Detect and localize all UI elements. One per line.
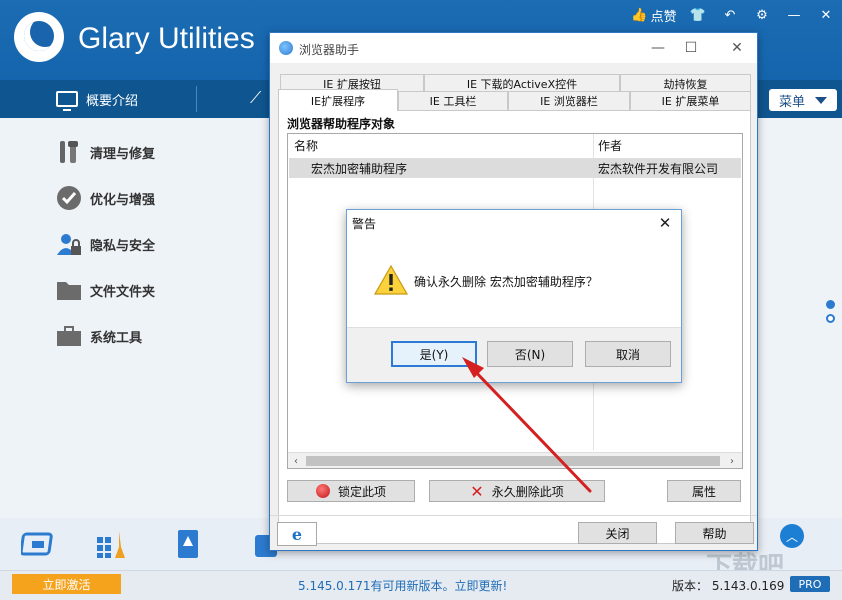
version-label: 版本： 5.143.0.169: [672, 579, 785, 593]
page-dot-active[interactable]: [826, 300, 835, 309]
sidebar-item-privacy[interactable]: 隐私与安全: [56, 229, 155, 259]
like-button[interactable]: 👍 点赞: [626, 0, 682, 30]
delete-permanently-label: 永久删除此项: [491, 484, 564, 499]
chevron-down-icon: [815, 96, 827, 104]
user-lock-icon: [56, 231, 82, 257]
horizontal-scrollbar[interactable]: ‹ ›: [288, 452, 742, 468]
sidebar-item-optimize[interactable]: 优化与增强: [56, 183, 155, 213]
sidebar-label: 系统工具: [90, 330, 143, 346]
scrollbar-thumb[interactable]: [306, 456, 720, 466]
divider: [270, 515, 757, 516]
lock-item-label: 锁定此项: [337, 484, 386, 499]
magic-wand-icon[interactable]: ⟋: [250, 88, 261, 108]
pro-badge: PRO: [790, 576, 830, 592]
warning-icon: [373, 264, 409, 298]
settings-button[interactable]: ⚙: [746, 0, 778, 30]
minimize-icon: —: [651, 40, 665, 56]
close-icon: ✕: [731, 40, 743, 56]
nav-divider: [196, 86, 197, 112]
check-circle-icon: [56, 185, 82, 211]
nav-overview-label: 概要介绍: [86, 93, 139, 109]
browser-icon: [279, 41, 293, 55]
lock-icon: [315, 484, 330, 498]
shirt-icon: 👕: [689, 7, 707, 23]
minimize-button[interactable]: —: [778, 0, 810, 30]
cell-author: 宏杰软件开发有限公司: [598, 162, 719, 176]
close-icon: ✕: [658, 214, 672, 232]
gear-icon: ⚙: [756, 7, 768, 23]
window-title: 浏览器助手: [299, 43, 360, 57]
sidebar-item-clean-repair[interactable]: 清理与修复: [56, 137, 155, 167]
dialog-message: 确认永久删除 宏杰加密辅助程序？: [414, 275, 598, 289]
title-controls: 👍 点赞 👕 ↶ ⚙ — ✕: [626, 0, 842, 30]
like-label: 点赞: [650, 9, 677, 25]
close-icon: ✕: [820, 7, 832, 23]
scroll-right-icon[interactable]: ›: [724, 453, 740, 469]
dialog-button-area: 是(Y) 否(N) 取消: [347, 327, 681, 382]
maximize-button[interactable]: ☐: [681, 38, 701, 58]
activate-button[interactable]: 立即激活: [12, 574, 121, 594]
maximize-icon: ☐: [684, 40, 698, 56]
scroll-up-button[interactable]: ︿: [780, 524, 804, 548]
properties-button[interactable]: 属性: [667, 480, 741, 502]
dialog-close-button[interactable]: ✕: [655, 213, 675, 233]
undo-button[interactable]: ↶: [714, 0, 746, 30]
nav-overview-tab[interactable]: 概要介绍: [56, 80, 138, 118]
minimize-icon: —: [787, 7, 801, 23]
tab-ie-browser-bars[interactable]: IE 浏览器栏: [508, 91, 630, 111]
minimize-button[interactable]: —: [648, 38, 668, 58]
tab-ie-extensions[interactable]: IE扩展程序: [278, 89, 398, 111]
page-dot[interactable]: [826, 314, 835, 323]
column-header-name[interactable]: 名称: [294, 137, 318, 154]
undo-icon: ↶: [724, 7, 736, 23]
folder-icon: [56, 277, 82, 303]
menu-button[interactable]: 菜单: [769, 89, 837, 111]
confirm-delete-dialog: 警告 ✕ 确认永久删除 宏杰加密辅助程序？ 是(Y) 否(N) 取消: [346, 209, 682, 383]
close-button[interactable]: ✕: [727, 38, 747, 58]
window-titlebar: 浏览器助手 — ☐ ✕: [270, 33, 757, 63]
section-title: 浏览器帮助程序对象: [287, 117, 396, 131]
ie-logo-icon[interactable]: e: [277, 522, 317, 546]
yes-button[interactable]: 是(Y): [391, 341, 477, 367]
registry-cleaner-tool[interactable]: [92, 524, 132, 564]
delete-x-icon: ✕: [470, 481, 484, 501]
sidebar-item-system-tools[interactable]: 系统工具: [56, 321, 142, 351]
column-header-author[interactable]: 作者: [598, 137, 622, 154]
thumbs-up-icon: 👍: [631, 7, 648, 23]
help-button[interactable]: 帮助: [675, 522, 754, 544]
update-link[interactable]: 5.145.0.171有可用新版本。立即更新!: [298, 577, 507, 594]
dialog-title: 警告: [352, 217, 377, 231]
glary-logo-icon: [14, 12, 64, 62]
monitor-icon: [56, 91, 78, 111]
app-title: Glary Utilities: [78, 22, 255, 55]
delete-permanently-button[interactable]: ✕ 永久删除此项: [429, 480, 605, 502]
scroll-left-icon[interactable]: ‹: [288, 453, 304, 469]
chevron-up-icon: ︿: [785, 529, 798, 544]
table-row[interactable]: 宏杰加密辅助程序 宏杰软件开发有限公司: [289, 158, 741, 178]
sidebar-label: 优化与增强: [90, 192, 156, 208]
wrench-icon: [56, 139, 82, 165]
sidebar-label: 文件文件夹: [90, 284, 156, 300]
cancel-button[interactable]: 取消: [585, 341, 671, 367]
tab-ie-toolbars[interactable]: IE 工具栏: [398, 91, 508, 111]
close-window-button[interactable]: 关闭: [578, 522, 657, 544]
sidebar-item-files-folders[interactable]: 文件文件夹: [56, 275, 155, 305]
toolbox-icon: [56, 323, 82, 349]
skin-button[interactable]: 👕: [682, 0, 714, 30]
no-button[interactable]: 否(N): [487, 341, 573, 367]
uninstall-manager-tool[interactable]: [168, 524, 208, 564]
sidebar-label: 隐私与安全: [90, 238, 156, 254]
menu-label: 菜单: [778, 94, 805, 110]
close-button[interactable]: ✕: [810, 0, 842, 30]
disk-cleaner-tool[interactable]: [18, 524, 58, 564]
sidebar-label: 清理与修复: [90, 146, 156, 162]
cell-name: 宏杰加密辅助程序: [311, 162, 408, 176]
tab-ie-extension-menus[interactable]: IE 扩展菜单: [630, 91, 751, 111]
lock-item-button[interactable]: 锁定此项: [287, 480, 415, 502]
